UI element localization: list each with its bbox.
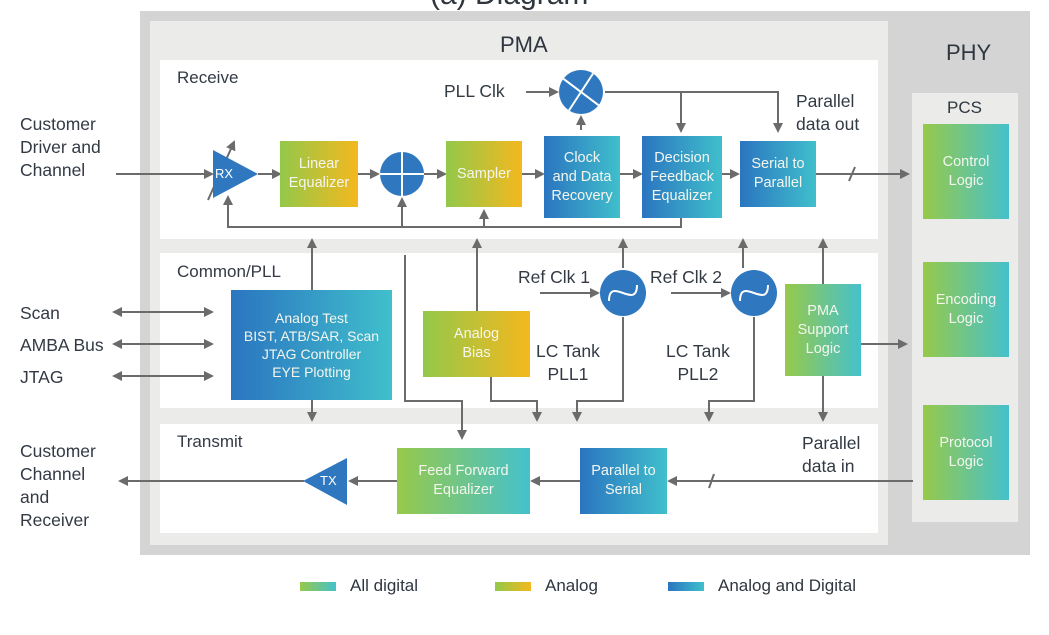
summing-junction-icon (380, 152, 424, 196)
legend-label: Analog (545, 576, 598, 595)
jtag-label: JTAG (20, 367, 64, 387)
analog-bias-block: Analog Bias (423, 311, 530, 377)
wire-bias-down (490, 376, 542, 422)
legend-label: All digital (350, 576, 419, 595)
rx-label: RX (215, 166, 234, 181)
oscillator-pll1-icon (600, 270, 646, 316)
sampler-block: Sampler (446, 141, 522, 207)
control-logic-block: Control Logic (923, 124, 1009, 219)
lc-tank-pll2-label: LC Tank PLL2 (666, 341, 730, 384)
pll-clk-label: PLL Clk (444, 81, 505, 101)
phase-mixer-icon (559, 70, 603, 114)
protocol-logic-block: Protocol Logic (923, 405, 1009, 500)
analog-test-block: Analog Test BIST, ATB/SAR, Scan JTAG Con… (231, 290, 392, 400)
amba-bus-label: AMBA Bus (20, 335, 104, 355)
rx-source-label: Customer Driver and Channel (20, 114, 101, 180)
parallel-data-in-label: Parallel data in (802, 433, 861, 476)
serial-to-parallel-block: Serial to Parallel (740, 141, 816, 207)
oscillator-pll2-icon (731, 270, 777, 316)
legend-all-digital: All digital (300, 576, 418, 596)
ref-clk2-label: Ref Clk 2 (650, 267, 722, 287)
ref-clk1-label: Ref Clk 1 (518, 267, 590, 287)
encoding-logic-block: Encoding Logic (923, 262, 1009, 357)
lc-tank-pll1-label: LC Tank PLL1 (536, 341, 600, 384)
scan-label: Scan (20, 303, 60, 323)
legend-swatch-analog (495, 581, 531, 591)
linear-equalizer-block: Linear Equalizer (280, 141, 358, 207)
legend-analog-and-digital: Analog and Digital (668, 576, 856, 596)
wire-clk-s2p (605, 91, 783, 133)
dfe-block: Decision Feedback Equalizer (642, 136, 722, 218)
legend-analog: Analog (495, 576, 598, 596)
tx-destination-label: Customer Channel and Receiver (20, 441, 96, 530)
parallel-to-serial-block: Parallel to Serial (580, 448, 667, 514)
legend-swatch-mixed (668, 581, 704, 591)
legend-swatch-digital (300, 581, 336, 591)
tx-label: TX (320, 473, 337, 488)
cdr-block: Clock and Data Recovery (544, 136, 620, 218)
feed-forward-equalizer-block: Feed Forward Equalizer (397, 448, 530, 514)
legend-label: Analog and Digital (718, 576, 856, 595)
parallel-data-out-label: Parallel data out (796, 91, 860, 134)
pma-support-logic-block: PMA Support Logic (785, 284, 861, 376)
